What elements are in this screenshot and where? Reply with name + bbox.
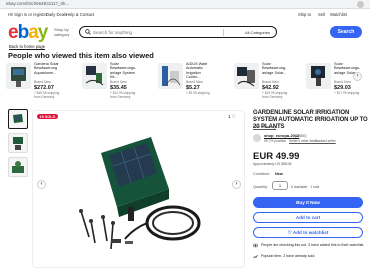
carousel-card[interactable]: Solar Bewässerungs-anlage Solar... Brand… [306, 61, 366, 104]
chevron-right-icon: › [356, 73, 359, 79]
seller-feedback: 99.7% positive [264, 139, 287, 143]
watch-button[interactable]: 1 ♡ [228, 114, 242, 124]
search-divider [223, 29, 224, 36]
approx-price: Approximately US $58.08 [253, 162, 292, 166]
site-header: ebay Shop by category All Categories Sea… [0, 21, 370, 43]
seller-avatar[interactable] [253, 134, 261, 142]
card-title[interactable]: AIDUS Wate Automatic Irrigation Contro..… [186, 62, 216, 80]
back-link[interactable]: Back to home page [9, 44, 45, 49]
item-price: EUR 49.99 [253, 151, 300, 162]
seller-count: (7850) [295, 133, 307, 138]
card-condition: Brand New [110, 80, 127, 84]
contact-seller-link[interactable]: Contact seller [315, 139, 336, 143]
condition-value: New [275, 172, 283, 176]
carousel-card[interactable]: Solar Bewässerungs-anlage System Kit... … [82, 61, 142, 104]
card-shipping: + $45.95 shipping from Germany [34, 91, 60, 99]
gallery-thumb[interactable] [8, 157, 28, 177]
sign-in-link[interactable]: Hi! Sign in or register [8, 12, 47, 17]
image-prev-button[interactable]: ‹ [37, 180, 46, 189]
card-title[interactable]: Solar Bewässerungs-anlage System Kit... [110, 62, 140, 80]
product-thumbnail[interactable] [306, 63, 331, 89]
eye-icon [253, 243, 258, 248]
availability-text: 5 available · 1 sold [291, 185, 320, 189]
watch-count: 1 [228, 114, 231, 119]
carousel-card[interactable]: Solar Bewässerung-anlage Solar... Brand … [234, 61, 294, 104]
item-location[interactable]: from Germany [253, 125, 276, 129]
trending-icon [253, 254, 258, 259]
card-condition: Brand New [34, 80, 51, 84]
ebay-logo[interactable]: ebay [8, 23, 48, 43]
watchlist-link[interactable]: Watchlist [330, 12, 347, 17]
section-title: People who viewed this item also viewed [8, 51, 154, 60]
top-links-bar: Hi! Sign in or register Daily Deals Help… [0, 10, 370, 19]
buy-now-button[interactable]: Buy It Now [253, 197, 363, 208]
card-shipping: + $17.99 shipping [334, 91, 360, 95]
product-thumbnail[interactable] [82, 63, 107, 89]
search-icon [85, 29, 91, 35]
profile-icon[interactable] [357, 1, 364, 8]
help-link[interactable]: Help & Contact [66, 12, 94, 17]
image-next-button[interactable]: › [232, 180, 241, 189]
card-condition: Brand New [262, 80, 279, 84]
card-condition: Brand New [334, 80, 351, 84]
quantity-input[interactable]: 1 [272, 181, 288, 190]
product-thumbnail[interactable] [234, 63, 259, 89]
seller-items-link[interactable]: Seller's other items [289, 139, 318, 143]
category-select[interactable]: All Categories [245, 30, 270, 35]
sold-badge: 15 SOLD [37, 114, 58, 119]
carousel-next-button[interactable]: › [353, 72, 362, 81]
main-product-image[interactable] [32, 110, 245, 268]
daily-deals-link[interactable]: Daily Deals [46, 12, 67, 17]
product-thumbnail[interactable] [158, 63, 183, 89]
search-button[interactable]: Search [330, 26, 362, 38]
sell-link[interactable]: Sell [318, 12, 325, 17]
add-to-watchlist-button[interactable]: ♡ Add to watchlist [253, 227, 363, 238]
url-text[interactable]: ebay.com/itm/266483111?_trk... [6, 1, 69, 6]
seller-info: shop_europa-2012 (7850) 99.7% positive S… [253, 133, 365, 145]
condition-label: Condition: [253, 172, 271, 176]
browser-address-bar[interactable]: ebay.com/itm/266483111?_trk... [0, 0, 370, 9]
search-bar: All Categories [79, 26, 277, 38]
add-to-cart-button[interactable]: Add to cart [253, 212, 363, 223]
quantity-label: Quantity: [253, 185, 269, 189]
carousel-card[interactable]: Gardena Solar Bewässerung Aquabloom... B… [6, 61, 66, 104]
card-shipping: + $19.99 shipping from Germany [262, 91, 288, 99]
card-title[interactable]: Gardena Solar Bewässerung Aquabloom... [34, 62, 64, 75]
card-shipping: + $12.99 shipping from Germany [110, 91, 136, 99]
shop-by-category[interactable]: Shop by category [54, 27, 78, 37]
chevron-left-icon: ‹ [40, 181, 43, 187]
card-shipping: + $3.35 shipping [186, 91, 210, 95]
card-condition: Brand New [186, 80, 203, 84]
search-input[interactable] [93, 28, 203, 36]
similar-items-carousel: Gardena Solar Bewässerung Aquabloom... B… [6, 61, 364, 104]
gallery-thumb[interactable] [8, 133, 28, 153]
card-title[interactable]: Solar Bewässerung-anlage Solar... [262, 62, 292, 75]
product-thumbnail[interactable] [6, 63, 31, 89]
gallery-thumb[interactable] [8, 109, 28, 129]
chevron-right-icon: › [235, 181, 238, 187]
ship-to-link[interactable]: Ship to [298, 12, 311, 17]
solar-irrigation-kit-image [79, 137, 201, 250]
carousel-card[interactable]: AIDUS Wate Automatic Irrigation Contro..… [158, 61, 218, 104]
heart-icon: ♡ [231, 114, 236, 119]
